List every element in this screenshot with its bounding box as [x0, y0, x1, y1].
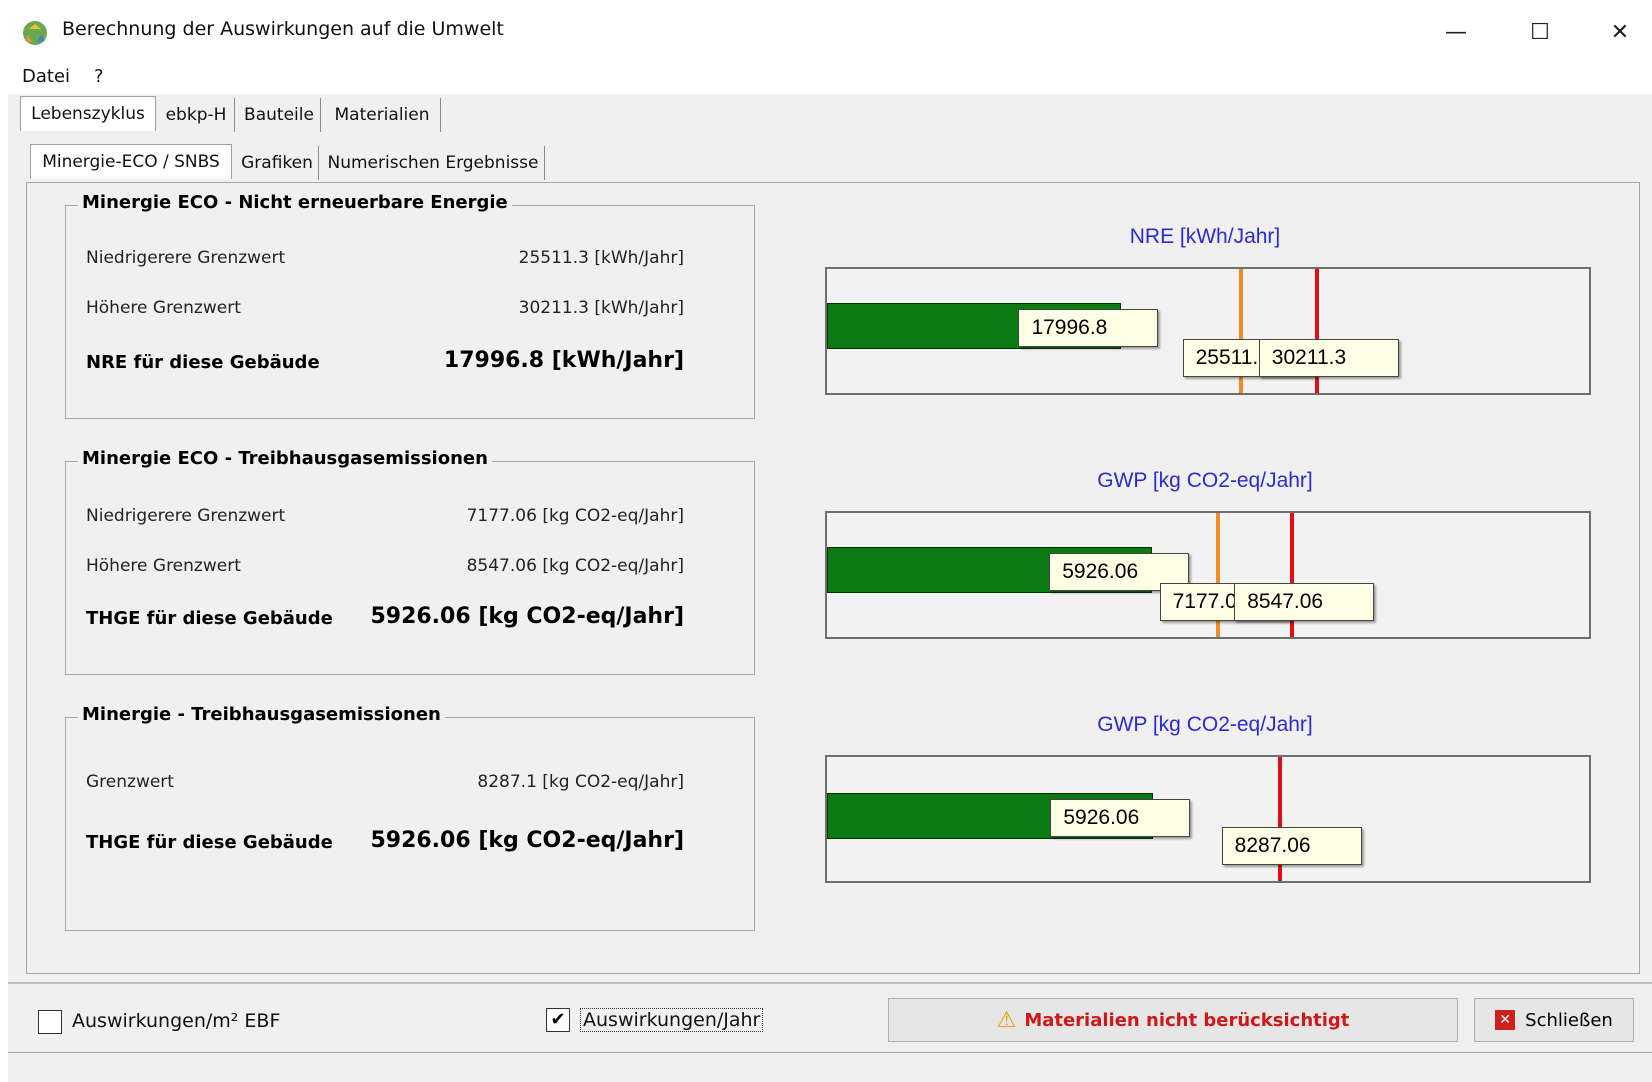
window-title: Berechnung der Auswirkungen auf die Umwe…	[62, 18, 504, 40]
tab-numerischen-ergebnisse[interactable]: Numerischen Ergebnisse	[322, 146, 545, 180]
thge-eco-low-value: 7177.06 [kg CO2-eq/Jahr]	[466, 506, 684, 526]
close-dialog-label: Schließen	[1525, 1009, 1613, 1031]
checkbox-per-m2-label: Auswirkungen/m² EBF	[72, 1010, 281, 1032]
materials-warning-button[interactable]: ⚠ Materialien nicht berücksichtigt	[888, 998, 1458, 1042]
nre-low-value: 25511.3 [kWh/Jahr]	[518, 248, 684, 268]
thge-min-result-label: THGE für diese Gebäude	[86, 832, 333, 853]
tab-materialien[interactable]: Materialien	[324, 98, 441, 132]
chart-gwp2: 5926.06 8287.06	[825, 755, 1591, 883]
tab-ebkp-h[interactable]: ebkp-H	[158, 98, 235, 132]
chart-nre-title: NRE [kWh/Jahr]	[1129, 225, 1281, 248]
nre-high-value: 30211.3 [kWh/Jahr]	[518, 298, 684, 318]
footer-separator	[8, 982, 1652, 984]
close-window-button[interactable]: ✕	[1602, 14, 1638, 50]
thge-eco-result-value: 5926.06 [kg CO2-eq/Jahr]	[370, 604, 684, 629]
group-thge-minergie: Minergie - Treibhausgasemissionen Grenzw…	[65, 704, 755, 931]
client-area: Lebenszyklus ebkp-H Bauteile Materialien…	[8, 94, 1652, 1082]
checkbox-per-m2[interactable]	[38, 1010, 62, 1034]
thge-min-limit-value: 8287.1 [kg CO2-eq/Jahr]	[477, 772, 684, 792]
thge-min-limit-label: Grenzwert	[86, 772, 174, 792]
tab-lebenszyklus[interactable]: Lebenszyklus	[20, 96, 156, 131]
status-bar	[8, 1052, 1652, 1082]
chart-gwp2-bar-label: 5926.06	[1050, 799, 1191, 837]
chart-nre-bar-label: 17996.8	[1018, 309, 1159, 347]
thge-eco-low-label: Niedrigerere Grenzwert	[86, 506, 286, 526]
chart-gwp2-title: GWP [kg CO2-eq/Jahr]	[1097, 713, 1313, 736]
thge-eco-high-label: Höhere Grenzwert	[86, 556, 241, 576]
maximize-button[interactable]: ☐	[1522, 14, 1558, 50]
chart-nre-high-label: 30211.3	[1258, 339, 1399, 377]
group-thge-minergie-title: Minergie - Treibhausgasemissionen	[78, 704, 445, 725]
checkbox-per-year-label: Auswirkungen/Jahr	[580, 1008, 764, 1032]
nre-high-label: Höhere Grenzwert	[86, 298, 241, 318]
tab-bauteile[interactable]: Bauteile	[238, 98, 321, 132]
chart-nre: 17996.8 25511.3 30211.3	[825, 267, 1591, 395]
thge-eco-high-value: 8547.06 [kg CO2-eq/Jahr]	[466, 556, 684, 576]
group-thge-eco-title: Minergie ECO - Treibhausgasemissionen	[78, 448, 492, 469]
menu-help[interactable]: ?	[94, 66, 104, 87]
chart-gwp1: 5926.06 7177.06 8547.06	[825, 511, 1591, 639]
recycle-app-icon	[23, 21, 47, 45]
nre-result-label: NRE für diese Gebäude	[86, 352, 320, 373]
tab-grafiken[interactable]: Grafiken	[236, 146, 319, 180]
warning-icon: ⚠	[996, 1007, 1017, 1033]
minimize-button[interactable]: —	[1438, 14, 1474, 50]
close-dialog-button[interactable]: ✕ Schließen	[1474, 998, 1634, 1042]
chart-gwp2-limit-label: 8287.06	[1221, 827, 1362, 865]
tab-content-panel: Minergie ECO - Nicht erneuerbare Energie…	[26, 182, 1640, 974]
tab-minergie-eco-snbs[interactable]: Minergie-ECO / SNBS	[30, 144, 232, 179]
close-icon: ✕	[1495, 1010, 1516, 1030]
nre-result-value: 17996.8 [kWh/Jahr]	[443, 348, 684, 373]
group-nre-title: Minergie ECO - Nicht erneuerbare Energie	[78, 192, 512, 213]
checkbox-per-year[interactable]: ✔	[546, 1008, 570, 1032]
chart-gwp1-high-label: 8547.06	[1234, 583, 1375, 621]
thge-eco-result-label: THGE für diese Gebäude	[86, 608, 333, 629]
title-bar: Berechnung der Auswirkungen auf die Umwe…	[0, 0, 1652, 62]
group-nre: Minergie ECO - Nicht erneuerbare Energie…	[65, 192, 755, 419]
nre-low-label: Niedrigerere Grenzwert	[86, 248, 286, 268]
chart-gwp1-title: GWP [kg CO2-eq/Jahr]	[1097, 469, 1313, 492]
thge-min-result-value: 5926.06 [kg CO2-eq/Jahr]	[370, 828, 684, 853]
materials-warning-text: Materialien nicht berücksichtigt	[1024, 1009, 1350, 1031]
menu-datei[interactable]: Datei	[22, 66, 70, 87]
group-thge-eco: Minergie ECO - Treibhausgasemissionen Ni…	[65, 448, 755, 675]
menu-bar: Datei ?	[0, 62, 1652, 94]
